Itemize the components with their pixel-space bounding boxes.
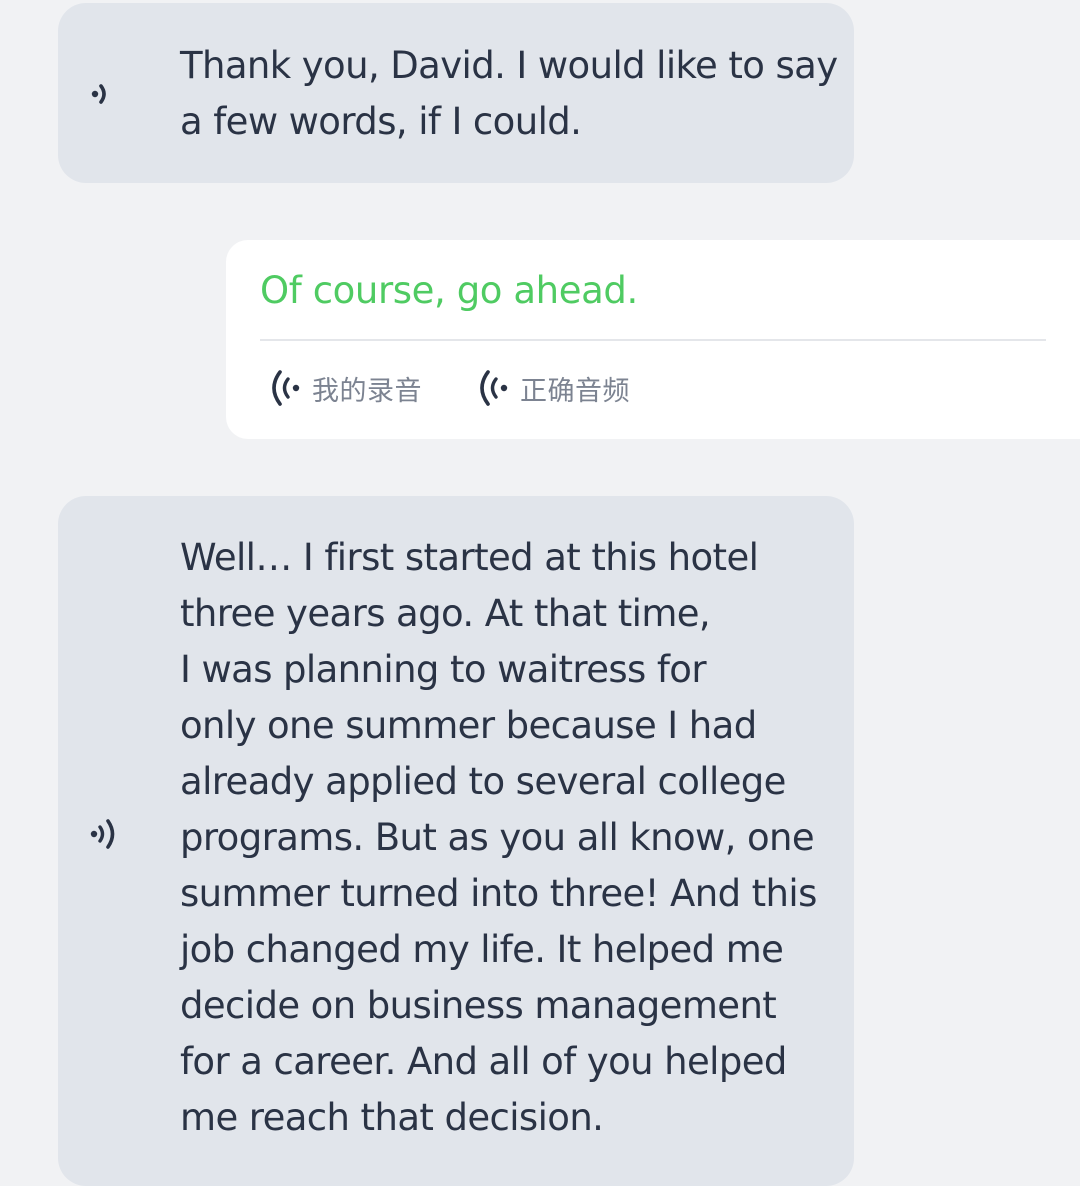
text-line: programs. But as you all know, one — [180, 816, 815, 859]
user-reply-card: Of course, go ahead. 我的录音 正确音频 — [226, 240, 1080, 439]
speaker-icon[interactable] — [88, 814, 128, 854]
divider — [260, 339, 1046, 341]
text-line: Thank you, David. I would like to say — [180, 44, 838, 87]
text-line: job changed my life. It helped me — [180, 928, 784, 971]
playback-icon — [272, 370, 300, 406]
my-recording-button[interactable]: 我的录音 — [266, 364, 422, 412]
text-line: only one summer because I had — [180, 704, 757, 747]
text-line: a few words, if I could. — [180, 100, 582, 143]
text-line: for a career. And all of you helped — [180, 1040, 787, 1083]
text-line: three years ago. At that time, — [180, 592, 711, 635]
partner-message-text: Well… I first started at this hotel thre… — [180, 530, 818, 1146]
partner-message-2: Well… I first started at this hotel thre… — [58, 496, 854, 1186]
my-recording-label: 我的录音 — [312, 375, 422, 407]
text-line: I was planning to waitress for — [180, 648, 707, 691]
partner-message-1: Thank you, David. I would like to say a … — [58, 3, 854, 183]
correct-audio-button[interactable]: 正确音频 — [474, 364, 630, 412]
correct-audio-label: 正确音频 — [520, 375, 630, 407]
text-line: Well… I first started at this hotel — [180, 536, 759, 579]
speaker-icon[interactable] — [88, 74, 128, 114]
user-reply-text: Of course, go ahead. — [260, 269, 638, 312]
partner-message-text: Thank you, David. I would like to say a … — [180, 38, 838, 150]
text-line: already applied to several college — [180, 760, 786, 803]
playback-icon — [480, 370, 508, 406]
text-line: me reach that decision. — [180, 1096, 604, 1139]
text-line: decide on business management — [180, 984, 777, 1027]
text-line: summer turned into three! And this — [180, 872, 817, 915]
